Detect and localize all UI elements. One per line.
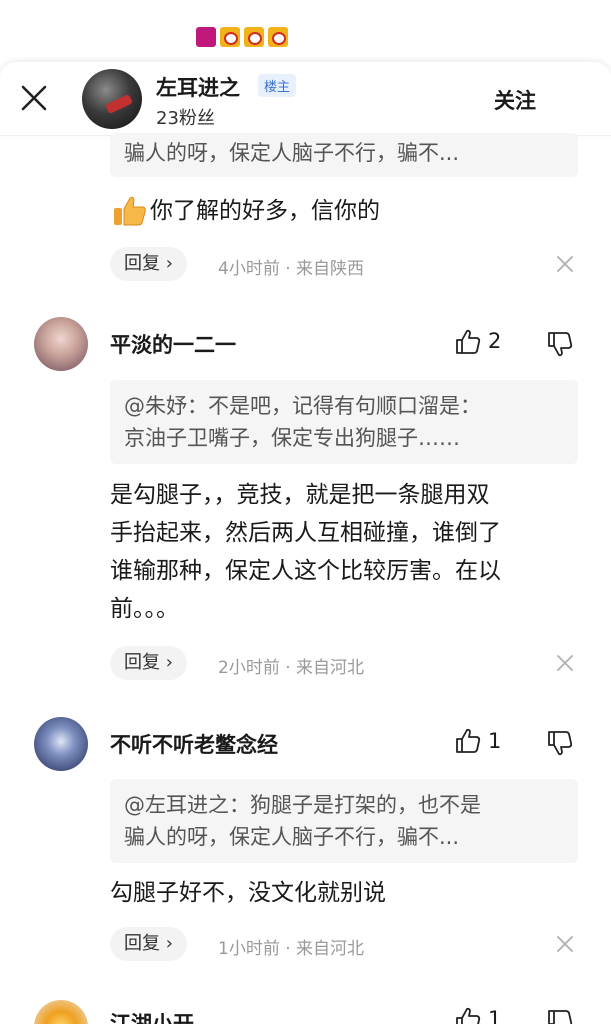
- thumbs-up-outline-icon[interactable]: [454, 727, 482, 755]
- like-count: 1: [488, 729, 502, 753]
- comment-text: 你了解的好多，信你的: [150, 198, 380, 224]
- author-avatar[interactable]: [82, 69, 142, 129]
- comment-username[interactable]: 不听不听老鳖念经: [110, 729, 278, 759]
- author-name[interactable]: 左耳进之: [156, 72, 240, 102]
- weibo-notification-icon: [244, 27, 264, 47]
- comment-username[interactable]: 平淡的一二一: [110, 329, 236, 359]
- user-avatar[interactable]: [34, 717, 88, 771]
- user-avatar[interactable]: [34, 1000, 88, 1024]
- comment-text: 是勾腿子，，竞技，就是把一条腿用双 手抬起来，然后两人互相碰撞，谁倒了 谁输那种…: [110, 476, 580, 628]
- comment-meta: 2小时前 · 来自河北: [218, 658, 365, 678]
- quote-line: @朱妤：不是吧，记得有句顺口溜是：: [124, 394, 481, 418]
- comment-username[interactable]: 江湖小开: [110, 1008, 194, 1024]
- thumbs-up-emoji-icon: [113, 195, 147, 227]
- quote-text: 骗人的呀，保定人脑子不行，骗不...: [124, 141, 460, 165]
- comment-text-line: 是勾腿子，，竞技，就是把一条腿用双: [110, 482, 490, 508]
- comment-text-line: 手抬起来，然后两人互相碰撞，谁倒了: [110, 520, 501, 546]
- quoted-comment[interactable]: @左耳进之：狗腿子是打架的，也不是 骗人的呀，保定人脑子不行，骗不...: [110, 779, 578, 863]
- reply-button[interactable]: 回复 ›: [110, 646, 187, 680]
- quote-line: 骗人的呀，保定人脑子不行，骗不...: [124, 825, 460, 849]
- user-avatar[interactable]: [34, 317, 88, 371]
- comment-text-line: 前。。。: [110, 596, 179, 622]
- comment-meta: 4小时前 · 来自陕西: [218, 259, 365, 279]
- like-count: 1: [488, 1007, 502, 1024]
- comment-text-line: 谁输那种，保定人这个比较厉害。在以: [110, 558, 501, 584]
- x-icon[interactable]: [556, 935, 574, 953]
- follow-button[interactable]: 关注: [494, 85, 536, 115]
- app-notification-icon: [196, 27, 216, 47]
- close-icon[interactable]: [18, 82, 50, 114]
- status-bar: [0, 0, 611, 62]
- weibo-notification-icon: [220, 27, 240, 47]
- comment-text: 勾腿子好不，没文化就别说: [110, 880, 386, 906]
- comment-meta: 1小时前 · 来自河北: [218, 939, 365, 959]
- reply-button[interactable]: 回复 ›: [110, 927, 187, 961]
- owner-badge: 楼主: [258, 74, 297, 97]
- quote-line: @左耳进之：狗腿子是打架的，也不是: [124, 793, 481, 817]
- thumbs-down-outline-icon[interactable]: [546, 729, 574, 757]
- reply-button[interactable]: 回复 ›: [110, 247, 187, 281]
- x-icon[interactable]: [556, 255, 574, 273]
- thumbs-down-outline-icon[interactable]: [546, 1008, 574, 1024]
- thumbs-up-outline-icon[interactable]: [454, 328, 482, 356]
- fans-count: 23粉丝: [156, 108, 215, 129]
- quoted-comment[interactable]: 骗人的呀，保定人脑子不行，骗不...: [110, 133, 578, 177]
- x-icon[interactable]: [556, 654, 574, 672]
- quoted-comment[interactable]: @朱妤：不是吧，记得有句顺口溜是： 京油子卫嘴子，保定专出狗腿子……: [110, 380, 578, 464]
- thumbs-up-outline-icon[interactable]: [454, 1006, 482, 1024]
- like-count: 2: [488, 329, 502, 353]
- weibo-notification-icon: [268, 27, 288, 47]
- thumbs-down-outline-icon[interactable]: [546, 330, 574, 358]
- notification-icons: [196, 27, 288, 47]
- quote-line: 京油子卫嘴子，保定专出狗腿子……: [124, 426, 460, 450]
- comment-sheet-header: 左耳进之 楼主 23粉丝 关注: [0, 62, 611, 136]
